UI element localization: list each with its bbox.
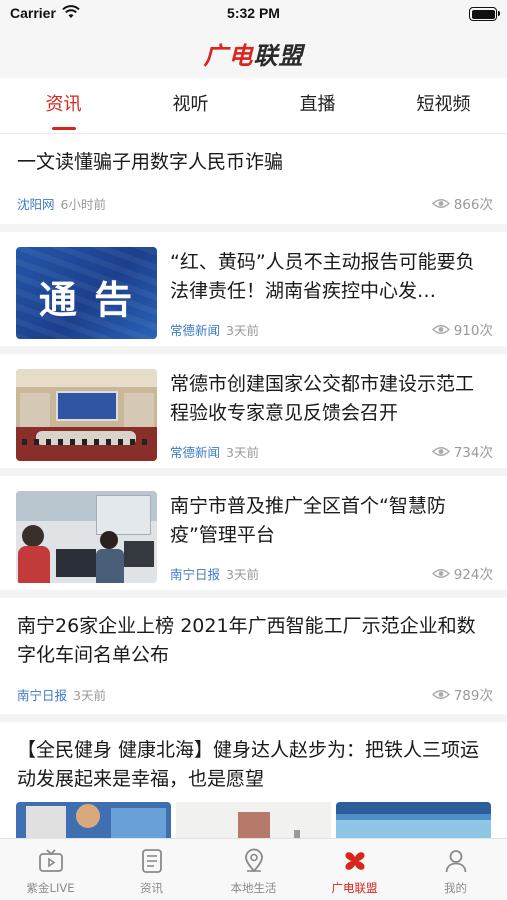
tab-short-video[interactable]: 短视频 xyxy=(380,78,507,134)
eye-icon xyxy=(431,324,450,334)
bottom-navigation: 紫金LIVE 资讯 本地生活 广电联盟 我的 xyxy=(0,838,507,900)
alliance-icon xyxy=(345,852,365,870)
news-source[interactable]: 常德新闻 xyxy=(170,323,220,338)
news-thumbnail[interactable]: 通 告 xyxy=(16,247,157,339)
nav-label: 资讯 xyxy=(140,881,163,895)
news-thumbnail[interactable] xyxy=(176,802,331,842)
eye-icon xyxy=(431,568,450,578)
active-tab-indicator xyxy=(52,127,76,130)
eye-icon xyxy=(431,689,450,699)
news-thumbnail[interactable] xyxy=(16,369,157,461)
view-count: 734次 xyxy=(431,441,493,461)
view-count: 910次 xyxy=(431,319,493,339)
nav-label: 本地生活 xyxy=(230,881,277,895)
news-title[interactable]: “红、黄码”人员不主动报告可能要负法律责任！湖南省疾控中心发… xyxy=(170,248,490,306)
news-item[interactable]: 通 告 “红、黄码”人员不主动报告可能要负法律责任！湖南省疾控中心发… 常德新闻… xyxy=(0,232,507,354)
news-source[interactable]: 南宁日报 xyxy=(170,567,220,582)
news-item[interactable]: 【全民健身 健康北海】健身达人赵步为：把铁人三项运动发展起来是幸福，也是愿望 xyxy=(0,722,507,842)
news-title[interactable]: 一文读懂骗子用数字人民币诈骗 xyxy=(17,148,487,177)
news-meta: 南宁日报 3天前 xyxy=(17,685,106,704)
news-item[interactable]: 一文读懂骗子用数字人民币诈骗 沈阳网 6小时前 866次 xyxy=(0,134,507,232)
nav-zijin-live[interactable]: 紫金LIVE xyxy=(0,839,101,900)
tv-icon xyxy=(39,849,63,872)
category-tabs: 资讯 视听 直播 短视频 xyxy=(0,78,507,134)
status-bar: Carrier 5:32 PM xyxy=(0,0,507,30)
nav-news[interactable]: 资讯 xyxy=(101,839,202,900)
news-time: 3天前 xyxy=(226,323,259,338)
view-count: 924次 xyxy=(431,563,493,583)
news-time: 3天前 xyxy=(226,445,259,460)
nav-alliance[interactable]: 广电联盟 xyxy=(304,839,405,900)
news-item[interactable]: 南宁市普及推广全区首个“智慧防疫”管理平台 南宁日报 3天前 924次 xyxy=(0,476,507,598)
news-time: 6小时前 xyxy=(60,197,106,212)
view-count: 789次 xyxy=(431,684,493,704)
news-time: 3天前 xyxy=(73,688,106,703)
news-title[interactable]: 常德市创建国家公交都市建设示范工程验收专家意见反馈会召开 xyxy=(170,370,490,428)
nav-profile[interactable]: 我的 xyxy=(405,839,506,900)
news-thumbnail[interactable] xyxy=(336,802,491,842)
news-source[interactable]: 南宁日报 xyxy=(17,688,67,703)
tab-news[interactable]: 资讯 xyxy=(0,78,127,134)
news-meta: 常德新闻 3天前 xyxy=(170,320,259,339)
nav-label: 我的 xyxy=(444,881,467,895)
tab-live[interactable]: 直播 xyxy=(254,78,381,134)
news-item[interactable]: 南宁26家企业上榜 2021年广西智能工厂示范企业和数字化车间名单公布 南宁日报… xyxy=(0,598,507,722)
news-meta: 常德新闻 3天前 xyxy=(170,442,259,461)
news-source[interactable]: 常德新闻 xyxy=(170,445,220,460)
news-meta: 沈阳网 6小时前 xyxy=(17,194,106,213)
news-item[interactable]: 常德市创建国家公交都市建设示范工程验收专家意见反馈会召开 常德新闻 3天前 734… xyxy=(0,354,507,476)
news-thumbnail[interactable] xyxy=(16,802,171,842)
battery-icon xyxy=(469,7,500,21)
news-thumbnail[interactable] xyxy=(16,491,157,583)
app-header: 广电联盟 xyxy=(0,30,507,78)
nav-local-life[interactable]: 本地生活 xyxy=(203,839,304,900)
eye-icon xyxy=(431,198,450,208)
location-icon xyxy=(245,848,263,873)
tab-audiovisual[interactable]: 视听 xyxy=(127,78,254,134)
news-title[interactable]: 南宁市普及推广全区首个“智慧防疫”管理平台 xyxy=(170,492,490,550)
nav-label: 紫金LIVE xyxy=(26,881,75,895)
eye-icon xyxy=(431,446,450,456)
person-icon xyxy=(445,850,467,873)
notice-text: 通 告 xyxy=(38,278,135,322)
view-count: 866次 xyxy=(431,193,493,213)
news-meta: 南宁日报 3天前 xyxy=(170,564,259,583)
news-title[interactable]: 【全民健身 健康北海】健身达人赵步为：把铁人三项运动发展起来是幸福，也是愿望 xyxy=(17,736,495,794)
app-logo: 广电联盟 xyxy=(203,41,304,70)
nav-label: 广电联盟 xyxy=(331,881,378,895)
news-icon xyxy=(142,849,162,873)
clock: 5:32 PM xyxy=(227,5,280,21)
news-time: 3天前 xyxy=(226,567,259,582)
news-source[interactable]: 沈阳网 xyxy=(17,197,55,212)
news-title[interactable]: 南宁26家企业上榜 2021年广西智能工厂示范企业和数字化车间名单公布 xyxy=(17,612,492,670)
